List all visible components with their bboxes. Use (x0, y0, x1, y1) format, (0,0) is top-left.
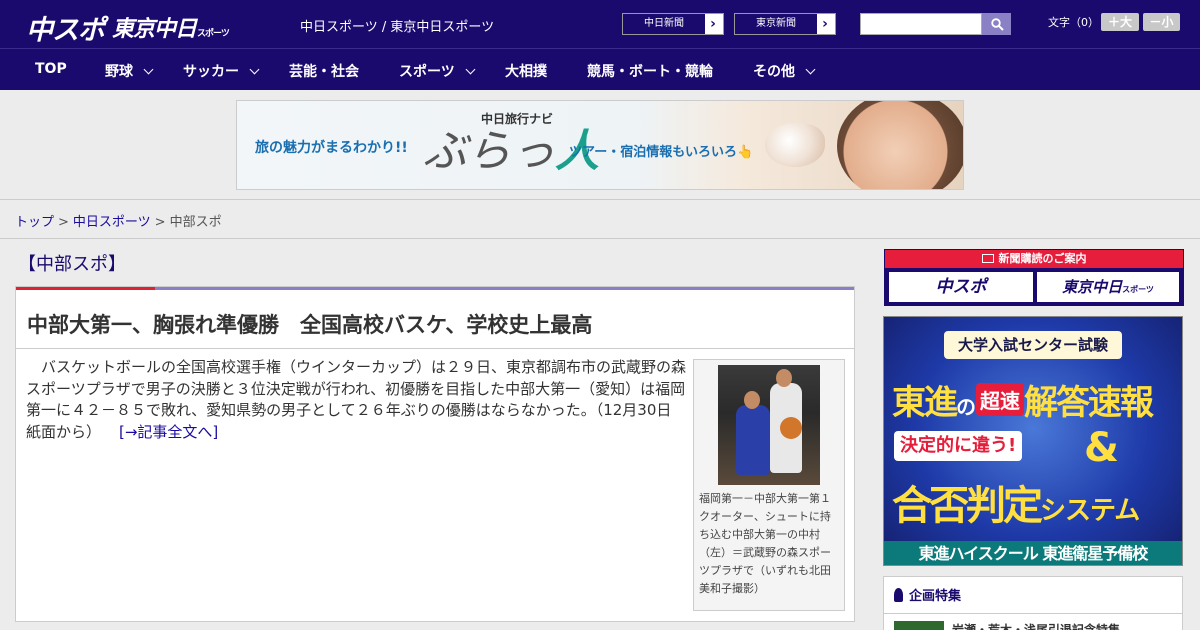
toshin-ad-line1-c: 解答速報 (1024, 383, 1154, 423)
ad-lead-text: 旅の魅力がまるわかり!! (255, 140, 408, 156)
chevron-down-icon (143, 64, 154, 75)
nav-item-keiba[interactable]: 競馬・ボート・競輪 (587, 61, 713, 81)
travel-navi-ad-banner[interactable]: 旅の魅力がまるわかり!! 中日旅行ナビ ぶらっ人 ツアー・宿泊情報もいろいろ👆 (236, 100, 964, 190)
nav-label: サッカー (183, 64, 239, 80)
toshin-ad-line1-b: の (956, 395, 976, 419)
breadcrumb-current: 中部スポ (169, 215, 222, 230)
chunichi-shimbun-button[interactable]: 中日新聞 › (622, 13, 724, 35)
toshin-ad-line1-red: 超速 (976, 383, 1024, 416)
photo-figure (744, 391, 760, 409)
subscription-header-text: 新聞購読のご案内 (998, 252, 1087, 265)
chunichi-shimbun-label: 中日新聞 (623, 14, 705, 34)
font-size-label: 文字（0） (1048, 16, 1099, 29)
subscribe-chuspo-button[interactable]: 中スポ (889, 272, 1033, 302)
photo-caption: 福岡第一－中部大第一第１クオーター、シュートに持ち込む中部大第一の中村（左）＝武… (699, 492, 831, 595)
chevron-right-icon: › (710, 16, 716, 32)
nav-label: 大相撲 (505, 64, 547, 80)
article-body: バスケットボールの全国高校選手権（ウインターカップ）は２９日、東京都調布市の武蔵… (26, 357, 686, 443)
breadcrumb-sep: > (154, 215, 166, 230)
toshin-ad-line1: 東進の 超速 解答速報 (892, 375, 1182, 424)
breadcrumb-home[interactable]: トップ (15, 215, 54, 230)
feature-title: 企画特集 (894, 585, 961, 604)
ad-model-photo (837, 101, 963, 189)
top-header: 中スポ 東京中日スポーツ 中日スポーツ / 東京中日スポーツ 中日新聞 › 東京… (0, 0, 1200, 48)
nav-item-soccer[interactable]: サッカー (183, 61, 260, 81)
breadcrumb-divider (0, 238, 1200, 239)
section-title: 【中部スポ】 (18, 254, 126, 275)
breadcrumb-chunichi-sports[interactable]: 中日スポーツ (73, 215, 151, 230)
ad-tail-text: ツアー・宿泊情報もいろいろ👆 (569, 145, 754, 160)
photo-figure (736, 405, 770, 475)
tokyo-shimbun-button[interactable]: 東京新聞 › (734, 13, 836, 35)
article-topline (16, 287, 854, 290)
banner-zone: 旅の魅力がまるわかり!! 中日旅行ナビ ぶらっ人 ツアー・宿泊情報もいろいろ👆 (0, 90, 1200, 200)
feature-thumbnail[interactable] (894, 621, 944, 630)
site-title: 中日スポーツ / 東京中日スポーツ (300, 20, 495, 35)
chevron-down-icon (805, 64, 816, 75)
nav-label: 野球 (105, 64, 133, 80)
article-photo[interactable] (718, 365, 820, 485)
tokyo-logo-sub: スポーツ (197, 29, 230, 39)
nav-item-entertainment[interactable]: 芸能・社会 (289, 61, 359, 81)
subscribe-tokyo-button[interactable]: 東京中日スポーツ (1037, 272, 1179, 302)
feature-box: 企画特集 岩瀬・荒木・浅尾引退記念特集 (883, 576, 1183, 630)
search-button[interactable] (982, 13, 1011, 35)
tokyo-shimbun-label: 東京新聞 (735, 14, 817, 34)
basketball-icon (780, 417, 802, 439)
feature-title-text: 企画特集 (909, 589, 962, 604)
toshin-ad-footer: 東進ハイスクール 東進衛星予備校 (884, 541, 1182, 565)
newspaper-icon (981, 254, 994, 263)
feature-divider (884, 613, 1182, 614)
subscribe-tokyo-sub: スポーツ (1122, 285, 1154, 294)
nav-label: その他 (753, 64, 795, 80)
ad-logo-main: ぶらっ (423, 126, 555, 177)
headline-divider (16, 348, 854, 349)
read-more-link[interactable]: [→記事全文へ] (119, 423, 218, 441)
toshin-ad-line2: 決定的に違う! (894, 431, 1023, 461)
nav-item-top[interactable]: TOP (35, 61, 67, 77)
toshin-ad-line3-b: システム (1040, 496, 1140, 526)
tokyo-chunichi-logo[interactable]: 東京中日スポーツ (112, 11, 230, 43)
nav-label: スポーツ (399, 64, 455, 80)
article-headline[interactable]: 中部大第一、胸張れ準優勝 全国高校バスケ、学校史上最高 (27, 309, 592, 339)
toshin-ad-amp: & (1084, 425, 1119, 471)
article-card: 中部大第一、胸張れ準優勝 全国高校バスケ、学校史上最高 バスケットボールの全国高… (15, 286, 855, 622)
photo-box: 福岡第一－中部大第一第１クオーター、シュートに持ち込む中部大第一の中村（左）＝武… (693, 359, 845, 611)
chevron-right-icon: › (822, 16, 828, 32)
toshin-ad-line3-a: 合否判定 (892, 483, 1043, 529)
subscribe-tokyo-text: 東京中日 (1062, 278, 1123, 296)
nav-label: 芸能・社会 (289, 64, 359, 80)
subscription-box: 新聞購読のご案内 中スポ 東京中日スポーツ (884, 249, 1184, 306)
ribbon-icon (894, 588, 903, 602)
photo-figure (776, 369, 792, 387)
toshin-ad[interactable]: 大学入試センター試験 東進の 超速 解答速報 決定的に違う! & 合否判定システム … (883, 316, 1183, 566)
nav-item-baseball[interactable]: 野球 (105, 61, 154, 81)
toshin-ad-line1-a: 東進 (892, 383, 958, 423)
toshin-ad-top: 大学入試センター試験 (944, 331, 1122, 359)
tokyo-logo-text: 東京中日 (112, 17, 197, 42)
main-nav: TOP 野球 サッカー 芸能・社会 スポーツ 大相撲 競馬・ボート・競輪 その他 (0, 48, 1200, 90)
chuspo-logo[interactable]: 中スポ (26, 8, 105, 47)
breadcrumb-sep: > (58, 215, 69, 230)
nav-label: 競馬・ボート・競輪 (587, 64, 713, 80)
breadcrumb: トップ > 中日スポーツ > 中部スポ (15, 211, 222, 230)
nav-label: TOP (35, 61, 67, 77)
chevron-down-icon (465, 64, 476, 75)
ad-shell-image (765, 123, 825, 167)
article-topline-accent (16, 287, 155, 290)
search-input[interactable] (860, 13, 982, 35)
nav-item-sumo[interactable]: 大相撲 (505, 61, 547, 81)
nav-item-sports[interactable]: スポーツ (399, 61, 476, 81)
font-size-increase-button[interactable]: ＋大 (1101, 13, 1139, 31)
search-icon (991, 18, 1004, 31)
nav-item-other[interactable]: その他 (753, 61, 816, 81)
font-size-decrease-button[interactable]: －小 (1143, 13, 1180, 31)
toshin-ad-line3: 合否判定システム (892, 473, 1140, 531)
subscription-header: 新聞購読のご案内 (885, 250, 1183, 268)
feature-item-link[interactable]: 岩瀬・荒木・浅尾引退記念特集 (952, 621, 1120, 630)
chevron-down-icon (249, 64, 260, 75)
